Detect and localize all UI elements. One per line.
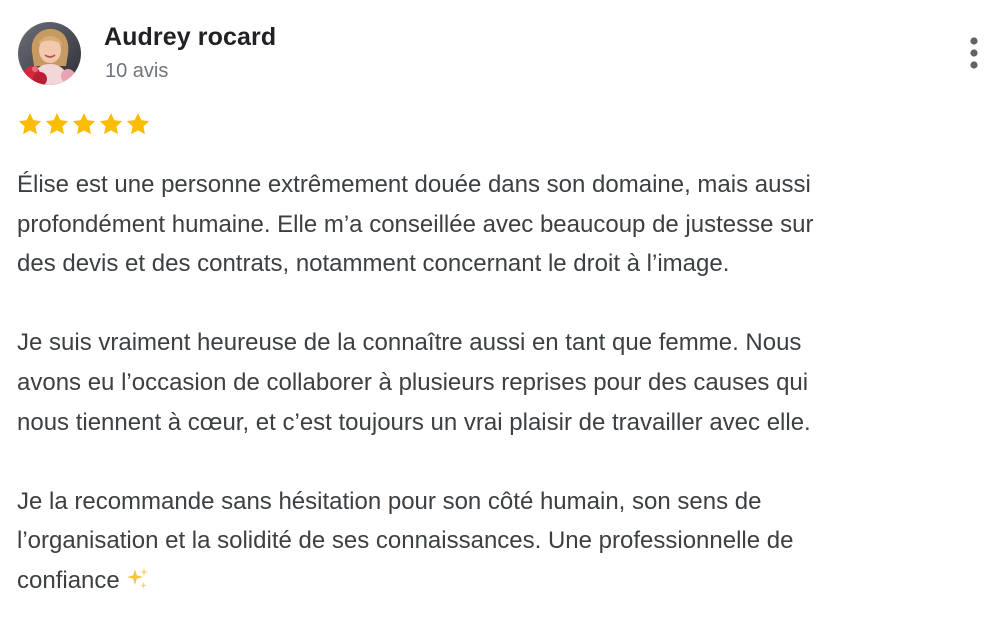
review-paragraph: Élise est une personne extrêmement douée… (17, 165, 977, 284)
review-count: 10 avis (105, 60, 169, 82)
star-icon (17, 111, 43, 137)
review-line: confiance (17, 566, 120, 594)
review-text: Élise est une personne extrêmement douée… (17, 165, 977, 640)
review-line: l’organisation et la solidité de ses con… (17, 527, 794, 555)
review-line: Élise est une personne extrêmement douée… (17, 171, 811, 198)
author-name[interactable]: Audrey rocard (104, 23, 276, 52)
review-line: Je la recommande sans hésitation pour so… (17, 487, 762, 515)
review-line: nous tiennent à cœur, et c’est toujours … (17, 408, 811, 436)
star-icon (98, 111, 124, 137)
review-line: Je suis vraiment heureuse de la connaîtr… (17, 329, 802, 357)
star-icon (71, 111, 97, 137)
review-card: Audrey rocard 10 avis Élise est une pers… (0, 0, 996, 622)
star-icon (44, 111, 70, 137)
avatar-photo (18, 22, 81, 85)
sparkles-icon (124, 566, 150, 592)
more-options-button[interactable] (958, 32, 990, 74)
review-line: profondément humaine. Elle m’a conseillé… (17, 210, 814, 238)
more-vertical-icon (970, 37, 978, 69)
star-rating (17, 111, 151, 138)
review-paragraph: Je suis vraiment heureuse de la connaîtr… (17, 323, 977, 442)
review-line: des devis et des contrats, notamment con… (17, 250, 730, 278)
review-line-with-icon: confiance (17, 561, 977, 601)
avatar[interactable] (18, 22, 81, 85)
review-paragraph: Je la recommande sans hésitation pour so… (17, 482, 977, 601)
star-icon (125, 111, 151, 137)
review-line: avons eu l’occasion de collaborer à plus… (17, 368, 809, 396)
